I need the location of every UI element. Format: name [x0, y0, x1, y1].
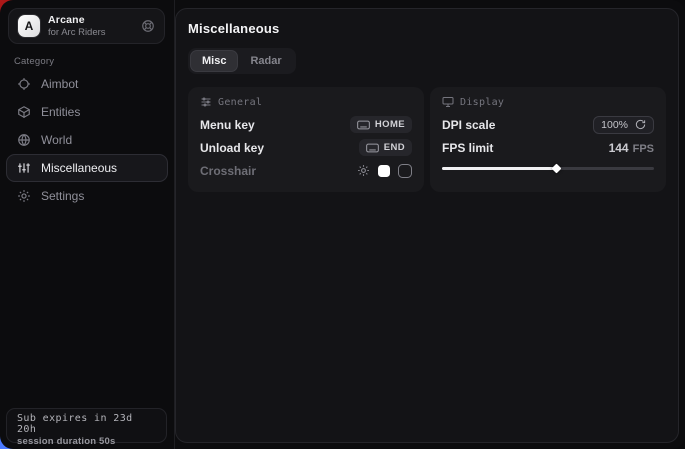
cards-row: General Menu key HOME: [188, 87, 666, 192]
main-panel: Miscellaneous Misc Radar Gene: [175, 8, 679, 443]
session-duration-text: session duration 50s: [17, 436, 156, 447]
general-card-title: General: [218, 97, 262, 108]
fps-number: 144: [609, 141, 629, 155]
general-card-header: General: [200, 96, 412, 108]
menu-key-value: HOME: [375, 119, 405, 130]
sidebar-item-label: Entities: [41, 105, 80, 119]
crosshair-checkbox[interactable]: [398, 164, 412, 178]
sidebar-item-entities[interactable]: Entities: [6, 98, 168, 126]
slider-thumb[interactable]: [552, 164, 562, 174]
keyboard-icon: [357, 120, 370, 130]
unload-key-value: END: [384, 142, 405, 153]
subscription-card: Sub expires in 23d 20h session duration …: [6, 408, 167, 443]
unload-key-row: Unload key END: [200, 136, 412, 159]
sliders-horizontal-icon: [200, 96, 212, 108]
app-subtitle: for Arc Riders: [48, 27, 106, 38]
app-logo: A: [18, 15, 40, 37]
crosshair-row: Crosshair: [200, 159, 412, 182]
sidebar-item-world[interactable]: World: [6, 126, 168, 154]
sidebar-item-label: Aimbot: [41, 77, 78, 91]
slider-fill: [442, 167, 556, 170]
app-header-card: A Arcane for Arc Riders: [8, 8, 165, 44]
cube-icon: [17, 105, 31, 119]
display-card: Display DPI scale 100%: [430, 87, 666, 192]
tab-bar: Misc Radar: [188, 48, 296, 74]
app-titles: Arcane for Arc Riders: [48, 14, 106, 38]
display-card-title: Display: [460, 97, 504, 108]
refresh-icon[interactable]: [635, 119, 646, 130]
menu-key-label: Menu key: [200, 118, 255, 132]
general-card: General Menu key HOME: [188, 87, 424, 192]
tab-radar[interactable]: Radar: [239, 51, 292, 71]
sidebar-item-miscellaneous[interactable]: Miscellaneous: [6, 154, 168, 182]
sidebar-item-settings[interactable]: Settings: [6, 182, 168, 210]
app-title: Arcane: [48, 14, 106, 26]
lifebuoy-icon[interactable]: [141, 19, 155, 33]
sub-expires-text: Sub expires in 23d 20h: [17, 413, 156, 435]
fps-limit-value: 144 FPS: [609, 141, 654, 155]
sidebar-item-label: World: [41, 133, 72, 147]
sidebar-nav: Aimbot Entities Wo: [6, 70, 168, 210]
crosshair-icon: [17, 77, 31, 91]
dpi-scale-value: 100%: [601, 119, 628, 131]
display-card-header: Display: [442, 96, 654, 108]
sliders-icon: [17, 161, 31, 175]
dpi-scale-control[interactable]: 100%: [593, 116, 654, 134]
crosshair-label: Crosshair: [200, 164, 256, 178]
fps-limit-slider[interactable]: [442, 163, 654, 174]
menu-key-bind-button[interactable]: HOME: [350, 116, 412, 133]
page-title: Miscellaneous: [188, 21, 666, 36]
keyboard-icon: [366, 143, 379, 153]
app-window: A Arcane for Arc Riders Category: [0, 0, 685, 449]
unload-key-bind-button[interactable]: END: [359, 139, 412, 156]
fps-unit: FPS: [633, 143, 654, 155]
menu-key-row: Menu key HOME: [200, 113, 412, 136]
fps-limit-label: FPS limit: [442, 141, 493, 155]
monitor-icon: [442, 96, 454, 108]
gear-icon: [17, 189, 31, 203]
tab-misc[interactable]: Misc: [191, 51, 237, 71]
globe-icon: [17, 133, 31, 147]
dpi-scale-label: DPI scale: [442, 118, 495, 132]
unload-key-label: Unload key: [200, 141, 264, 155]
crosshair-color-swatch[interactable]: [378, 165, 390, 177]
sidebar-item-label: Miscellaneous: [41, 161, 117, 175]
desktop-background: A Arcane for Arc Riders Category: [0, 0, 685, 449]
sidebar: A Arcane for Arc Riders Category: [0, 0, 175, 449]
crosshair-settings-gear-icon[interactable]: [357, 164, 370, 177]
dpi-scale-row: DPI scale 100%: [442, 113, 654, 136]
fps-limit-row: FPS limit 144 FPS: [442, 136, 654, 159]
sidebar-item-label: Settings: [41, 189, 84, 203]
category-label: Category: [14, 56, 54, 67]
crosshair-controls: [357, 164, 412, 178]
sidebar-item-aimbot[interactable]: Aimbot: [6, 70, 168, 98]
